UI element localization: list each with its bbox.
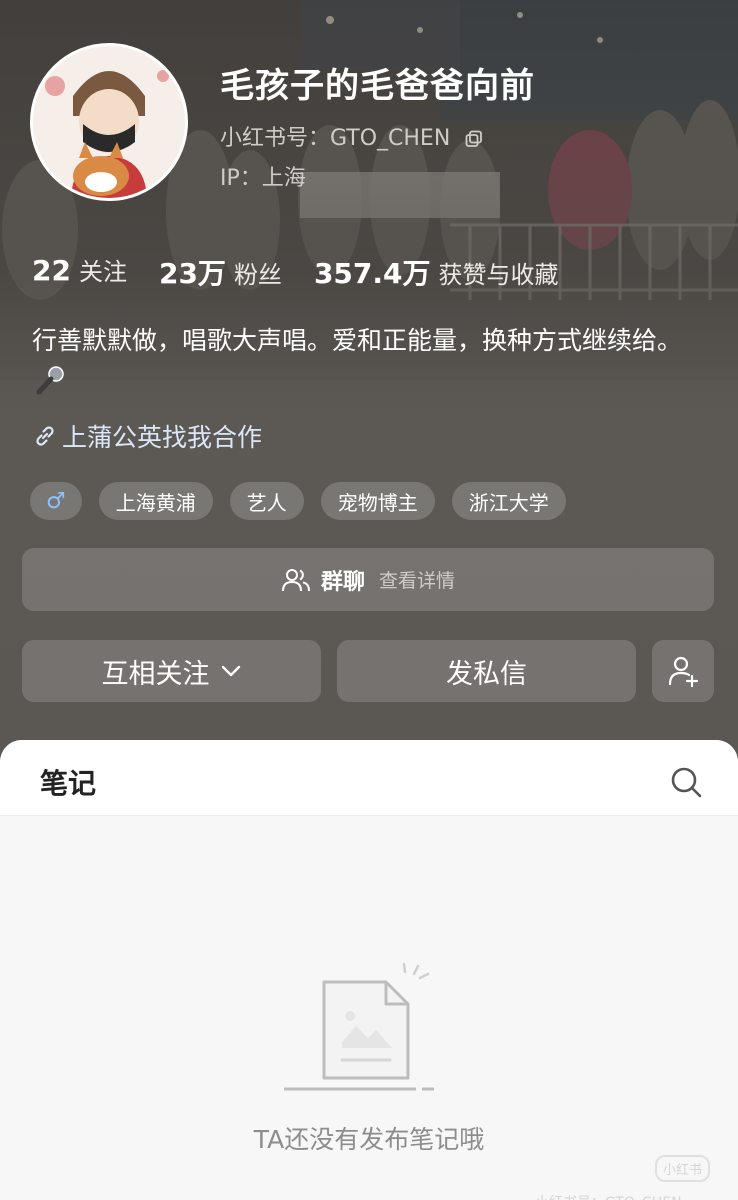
stat-followers[interactable]: 23万 粉丝 bbox=[159, 252, 282, 292]
copy-icon[interactable] bbox=[465, 130, 483, 148]
stat-label: 粉丝 bbox=[233, 261, 282, 289]
mutual-follow-button[interactable]: 互相关注 bbox=[22, 640, 321, 702]
group-users-icon bbox=[281, 568, 310, 591]
notes-panel: 笔记 TA还没有发布笔记哦 小红书 小红书号：GTO_CHEN bbox=[0, 740, 738, 1200]
link-icon bbox=[36, 426, 54, 446]
tag-gender: ♂ bbox=[30, 482, 82, 520]
send-message-label: 发私信 bbox=[446, 658, 527, 690]
empty-notes-icon bbox=[284, 962, 434, 1091]
add-friend-button[interactable] bbox=[652, 640, 714, 702]
watermark-logo: 小红书 bbox=[655, 1155, 711, 1182]
tab-notes[interactable]: 笔记 bbox=[40, 762, 96, 802]
notes-tab-bar: 笔记 bbox=[0, 740, 738, 816]
profile-header: 毛孩子的毛爸爸向前 小红书号：GTO_CHEN IP：上海 22 关注 23万 … bbox=[0, 0, 738, 760]
bio: 行善默默做，唱歌大声唱。爱和正能量，换种方式继续给。 bbox=[32, 322, 712, 398]
stat-value: 23万 bbox=[158, 257, 226, 290]
profile-stats: 22 关注 23万 粉丝 357.4万 获赞与收藏 bbox=[32, 252, 559, 292]
tag-location: 上海黄浦 bbox=[98, 482, 213, 520]
profile-tags: ♂ 上海黄浦 艺人 宠物博主 浙江大学 bbox=[30, 482, 566, 520]
search-icon[interactable] bbox=[668, 764, 704, 800]
watermark-text: 小红书号：GTO_CHEN bbox=[535, 1192, 682, 1200]
chevron-down-icon bbox=[221, 665, 240, 677]
stat-label: 关注 bbox=[78, 258, 127, 286]
ip-location: IP：上海 bbox=[220, 166, 306, 191]
avatar-illustration bbox=[33, 46, 185, 198]
empty-notes-text: TA还没有发布笔记哦 bbox=[253, 1125, 485, 1154]
group-chat-title: 群聊 bbox=[320, 569, 365, 595]
stat-value: 357.4万 bbox=[313, 257, 431, 290]
stat-likes-collects[interactable]: 357.4万 获赞与收藏 bbox=[314, 252, 559, 292]
stat-following[interactable]: 22 关注 bbox=[32, 252, 127, 292]
tag-occupation: 艺人 bbox=[229, 482, 304, 520]
profile-actions: 互相关注 发私信 bbox=[22, 640, 714, 702]
collab-link[interactable]: 上蒲公英找我合作 bbox=[32, 418, 262, 454]
tag-school: 浙江大学 bbox=[451, 482, 566, 520]
send-message-button[interactable]: 发私信 bbox=[337, 640, 636, 702]
group-chat-button[interactable]: 群聊 查看详情 bbox=[22, 548, 714, 611]
stat-value: 22 bbox=[32, 254, 71, 287]
collab-link-text: 上蒲公英找我合作 bbox=[62, 423, 263, 452]
group-chat-subtitle: 查看详情 bbox=[379, 570, 456, 592]
tag-category: 宠物博主 bbox=[320, 482, 435, 520]
avatar[interactable] bbox=[30, 43, 188, 201]
stat-label: 获赞与收藏 bbox=[438, 261, 559, 289]
add-user-icon bbox=[668, 656, 699, 688]
username: 毛孩子的毛爸爸向前 bbox=[220, 66, 535, 106]
account-id[interactable]: 小红书号：GTO_CHEN bbox=[220, 120, 483, 152]
bio-text: 行善默默做，唱歌大声唱。爱和正能量，换种方式继续给。 bbox=[32, 326, 683, 355]
mutual-follow-label: 互相关注 bbox=[101, 658, 210, 690]
account-id-text: 小红书号：GTO_CHEN bbox=[220, 126, 451, 151]
microphone-icon bbox=[36, 366, 64, 395]
